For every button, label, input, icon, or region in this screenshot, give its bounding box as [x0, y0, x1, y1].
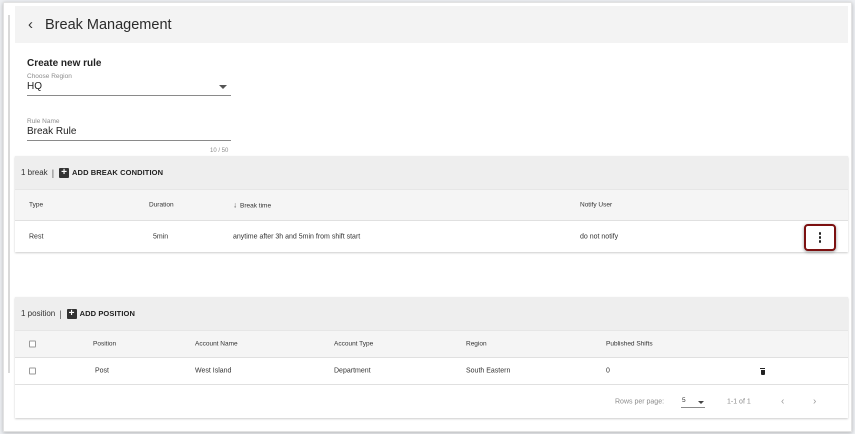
app-window: ‹ Break Management Create new rule Choos… — [3, 2, 852, 432]
row-region: South Eastern — [466, 367, 511, 375]
rows-per-page-label: Rows per page: — [615, 398, 665, 405]
col-break-time[interactable]: ↓ Break time — [233, 201, 271, 210]
plus-icon: + — [59, 167, 70, 178]
row-actions-button[interactable] — [804, 224, 836, 251]
row-type: Rest — [29, 233, 44, 240]
position-column-headers: Position Account Name Account Type Regio… — [15, 330, 848, 357]
chevron-right-icon[interactable]: › — [813, 396, 816, 407]
col-type[interactable]: Type — [29, 202, 43, 209]
plus-icon: + — [66, 308, 77, 319]
add-break-condition-label: ADD BREAK CONDITION — [72, 168, 164, 177]
arrow-down-icon: ↓ — [233, 200, 237, 210]
col-break-time-label: Break time — [240, 202, 272, 210]
table-row[interactable]: Rest 5min anytime after 3h and 5min from… — [15, 220, 848, 252]
rows-per-page-value: 5 — [682, 397, 686, 404]
rule-name-label: Rule Name — [27, 118, 60, 125]
caret-down-icon — [698, 401, 704, 404]
chevron-left-icon[interactable]: ‹ — [781, 396, 784, 407]
separator: | — [59, 308, 62, 319]
break-toolbar: 1 break | + ADD BREAK CONDITION — [15, 156, 848, 189]
position-count: 1 position — [21, 309, 56, 318]
break-column-headers: Type Duration ↓ Break time Notify User — [15, 189, 848, 220]
row-notify: do not notify — [580, 233, 619, 240]
row-duration: 5min — [153, 233, 169, 240]
region-label: Choose Region — [27, 73, 72, 80]
delete-icon[interactable] — [760, 368, 765, 375]
region-select[interactable]: Choose Region HQ — [27, 73, 231, 96]
col-notify-user[interactable]: Notify User — [580, 202, 612, 209]
left-border — [8, 15, 10, 373]
caret-down-icon — [219, 85, 227, 89]
col-account-type[interactable]: Account Type — [334, 341, 373, 348]
row-checkbox[interactable] — [29, 367, 36, 375]
break-conditions-table: 1 break | + ADD BREAK CONDITION Type Dur… — [15, 156, 848, 252]
positions-table: 1 position | + ADD POSITION Position Acc… — [15, 297, 848, 418]
more-vert-icon — [818, 232, 822, 243]
pagination-range: 1-1 of 1 — [727, 398, 751, 405]
back-icon[interactable]: ‹ — [28, 17, 33, 32]
row-position: Post — [95, 367, 110, 375]
col-region[interactable]: Region — [466, 341, 487, 348]
create-rule-title: Create new rule — [27, 58, 102, 69]
rows-per-page-select[interactable]: 5 — [681, 397, 705, 408]
add-position-label: ADD POSITION — [79, 309, 135, 318]
table-row[interactable]: Post West Island Department South Easter… — [15, 357, 848, 384]
rule-name-value: Break Rule — [27, 126, 77, 137]
row-account-name: West Island — [195, 367, 232, 375]
page-header: ‹ Break Management — [15, 6, 848, 43]
add-break-condition-button[interactable]: + ADD BREAK CONDITION — [59, 167, 164, 178]
position-toolbar: 1 position | + ADD POSITION — [15, 297, 848, 330]
page-title: Break Management — [45, 16, 172, 33]
select-all-checkbox[interactable] — [29, 340, 36, 348]
rule-name-field[interactable]: Rule Name Break Rule — [27, 118, 231, 141]
separator: | — [51, 167, 55, 178]
col-position[interactable]: Position — [93, 341, 116, 348]
pagination: Rows per page: 5 1-1 of 1 ‹ › — [15, 384, 848, 418]
break-count: 1 break — [21, 168, 48, 177]
row-published-shifts: 0 — [606, 367, 610, 375]
col-duration[interactable]: Duration — [149, 202, 174, 209]
row-account-type: Department — [334, 367, 371, 375]
add-position-button[interactable]: + ADD POSITION — [66, 308, 135, 319]
col-account-name[interactable]: Account Name — [195, 341, 238, 348]
row-break-time: anytime after 3h and 5min from shift sta… — [233, 233, 361, 240]
col-published-shifts[interactable]: Published Shifts — [606, 341, 653, 348]
character-counter: 10 / 50 — [210, 148, 229, 154]
region-value: HQ — [27, 81, 42, 92]
